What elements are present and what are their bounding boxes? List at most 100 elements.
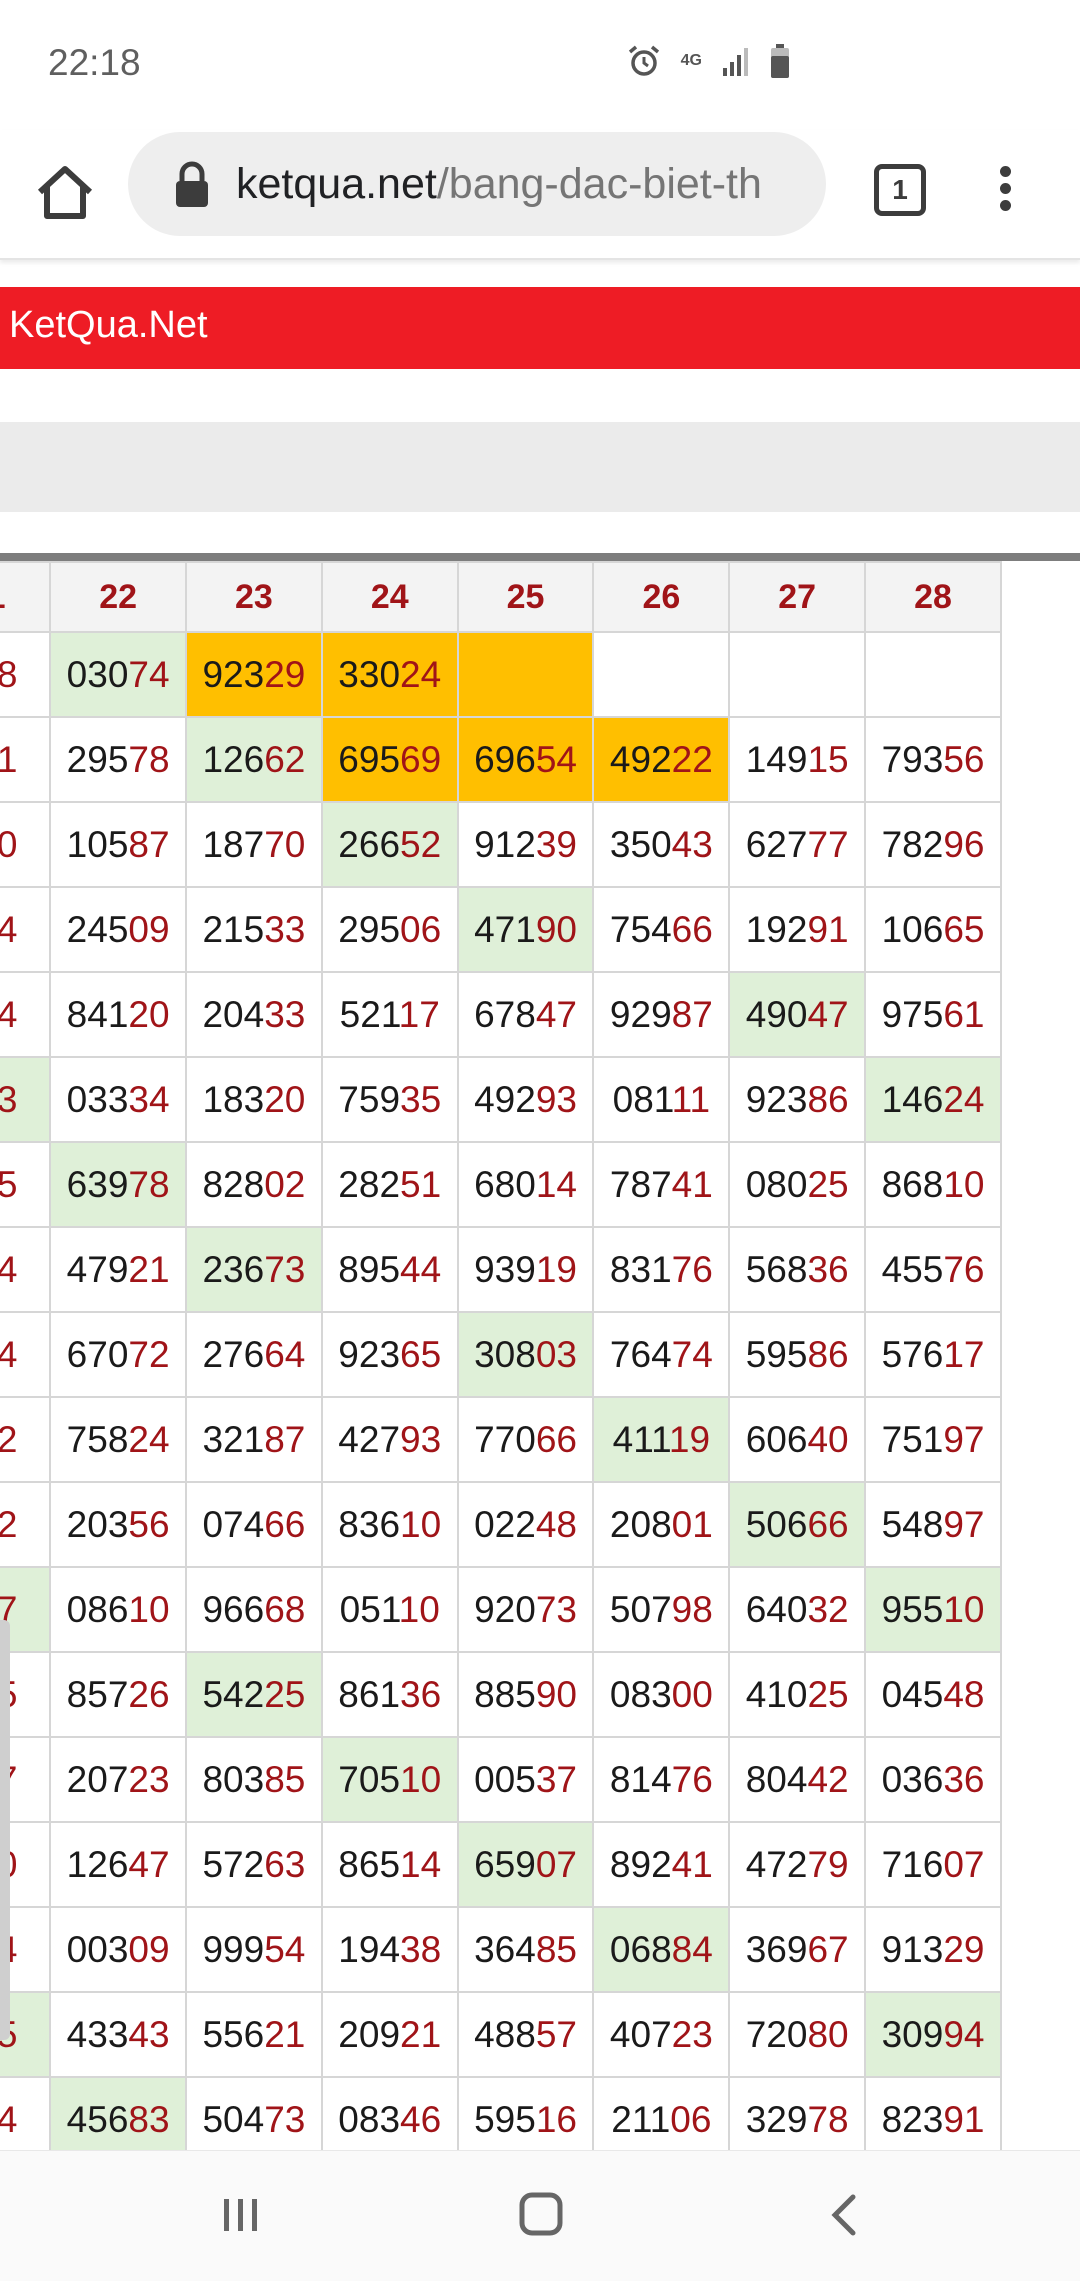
cell-prefix-digits: 782 (881, 823, 944, 865)
result-cell: 75824 (49, 1396, 188, 1483)
result-cell: 67847 (456, 971, 595, 1058)
cell-tail-digits: 470 (0, 823, 18, 865)
cell-tail-digits: 87 (264, 1418, 306, 1460)
cell-prefix-digits: 975 (881, 993, 944, 1035)
cell-tail-digits: 61 (943, 993, 985, 1035)
result-cell: 49222 (592, 716, 731, 803)
column-header: 27 (728, 561, 867, 633)
result-cell: 75466 (592, 886, 731, 973)
tab-count: 1 (892, 174, 908, 205)
result-cell: 78741 (592, 1141, 731, 1228)
cell-prefix-digits: 410 (745, 1673, 808, 1715)
more-menu-icon[interactable] (985, 160, 1025, 230)
cell-prefix-digits: 507 (609, 1588, 672, 1630)
cell-prefix-digits: 456 (66, 2098, 129, 2140)
cell-prefix-digits: 074 (202, 1503, 265, 1545)
cell-prefix-digits: 857 (66, 1673, 129, 1715)
result-cell: 78296 (864, 801, 1002, 888)
result-cell: 92987 (592, 971, 731, 1058)
cell-tail-digits: 78 (128, 738, 170, 780)
cell-tail-digits: 21 (400, 2013, 442, 2055)
table-row: 30484120204335211767847929874904797561 (0, 971, 1002, 1058)
result-cell: 47190 (456, 886, 595, 973)
cell-prefix-digits: 036 (881, 1758, 944, 1800)
home-icon[interactable] (30, 158, 100, 228)
cell-tail-digits: 16 (535, 2098, 577, 2140)
table-row: 26220356074668361002248208015066654897 (0, 1481, 1002, 1568)
cell-tail-digits: 07 (535, 1843, 577, 1885)
cell-prefix-digits: 215 (202, 908, 265, 950)
result-cell: 63978 (49, 1141, 188, 1228)
result-cell: 30994 (864, 1991, 1002, 2078)
result-cell: 443 (0, 1056, 52, 1143)
cell-tail-digits: 23 (671, 2013, 713, 2055)
cell-tail-digits: 25 (264, 1673, 306, 1715)
cell-tail-digits: 32 (807, 1588, 849, 1630)
cell-prefix-digits: 282 (338, 1163, 401, 1205)
scroll-handle[interactable] (0, 1620, 10, 2040)
cell-tail-digits: 85 (264, 1758, 306, 1800)
cell-tail-digits: 15 (807, 738, 849, 780)
cell-prefix-digits: 754 (609, 908, 672, 950)
table-row: 79720723803857051000537814768044203636 (0, 1736, 1002, 1823)
cell-tail-digits: 47 (807, 993, 849, 1035)
result-cell: 68014 (456, 1141, 595, 1228)
cell-tail-digits: 914 (0, 2098, 18, 2140)
result-cell: 89544 (320, 1226, 459, 1313)
cell-prefix-digits: 194 (338, 1928, 401, 1970)
cell-prefix-digits: 030 (66, 653, 129, 695)
cell-prefix-digits: 003 (66, 1928, 129, 1970)
result-cell: 91329 (864, 1906, 1002, 1993)
result-cell: 03636 (864, 1736, 1002, 1823)
result-cell (728, 631, 867, 718)
result-cell: 52117 (320, 971, 459, 1058)
cell-tail-digits: 62 (264, 738, 306, 780)
cell-prefix-digits: 696 (474, 738, 536, 780)
cell-tail-digits: 33 (264, 908, 306, 950)
cell-prefix-digits: 479 (66, 1248, 129, 1290)
cell-prefix-digits: 295 (66, 738, 129, 780)
result-cell (592, 631, 731, 718)
result-cell: 80442 (728, 1736, 867, 1823)
cell-prefix-digits: 081 (612, 1078, 672, 1120)
cell-tail-digits: 10 (943, 1588, 985, 1630)
cell-tail-digits: 10 (398, 1588, 440, 1630)
result-cell: 70510 (320, 1736, 459, 1823)
result-cell: 10587 (49, 801, 188, 888)
result-cell: 57617 (864, 1311, 1002, 1398)
result-cell: 65907 (456, 1821, 595, 1908)
url-text: ketqua.net/bang-dac-biet-th (236, 160, 762, 209)
cell-prefix-digits: 814 (609, 1758, 672, 1800)
cell-tail-digits: 86 (807, 1078, 849, 1120)
cell-prefix-digits: 146 (881, 1078, 944, 1120)
cell-prefix-digits: 183 (202, 1078, 265, 1120)
table-row: 19275824321874279377066411196064075197 (0, 1396, 1002, 1483)
home-nav-icon[interactable] (500, 2185, 580, 2245)
result-cell: 86136 (320, 1651, 459, 1738)
result-cell: 778 (0, 631, 52, 718)
site-title[interactable]: KetQua.Net (9, 304, 208, 347)
back-icon[interactable] (805, 2185, 885, 2245)
cell-tail-digits: 10 (943, 1163, 985, 1205)
result-cell: 221 (0, 716, 52, 803)
result-cell: 92365 (320, 1311, 459, 1398)
cell-tail-digits: 91 (943, 2098, 985, 2140)
cell-tail-digits: 14 (535, 1163, 577, 1205)
url-bar[interactable]: ketqua.net/bang-dac-biet-th (128, 132, 826, 236)
tab-switcher-button[interactable]: 1 (874, 164, 926, 216)
recent-apps-icon[interactable] (200, 2185, 280, 2245)
cell-tail-digits: 544 (0, 1333, 18, 1375)
cell-prefix-digits: 295 (338, 908, 401, 950)
cell-tail-digits: 40 (807, 1418, 849, 1460)
cell-tail-digits: 54 (535, 738, 577, 780)
result-cell: 83610 (320, 1481, 459, 1568)
cell-prefix-digits: 861 (338, 1673, 401, 1715)
cell-tail-digits: 10 (400, 1503, 442, 1545)
cell-tail-digits: 774 (0, 1248, 18, 1290)
result-cell: 12662 (185, 716, 323, 803)
cell-tail-digits: 34 (128, 1078, 170, 1120)
result-cell: 42793 (320, 1396, 459, 1483)
result-cell: 294 (0, 886, 52, 973)
cell-tail-digits: 10 (128, 1588, 170, 1630)
status-icons: 4G (627, 44, 790, 78)
